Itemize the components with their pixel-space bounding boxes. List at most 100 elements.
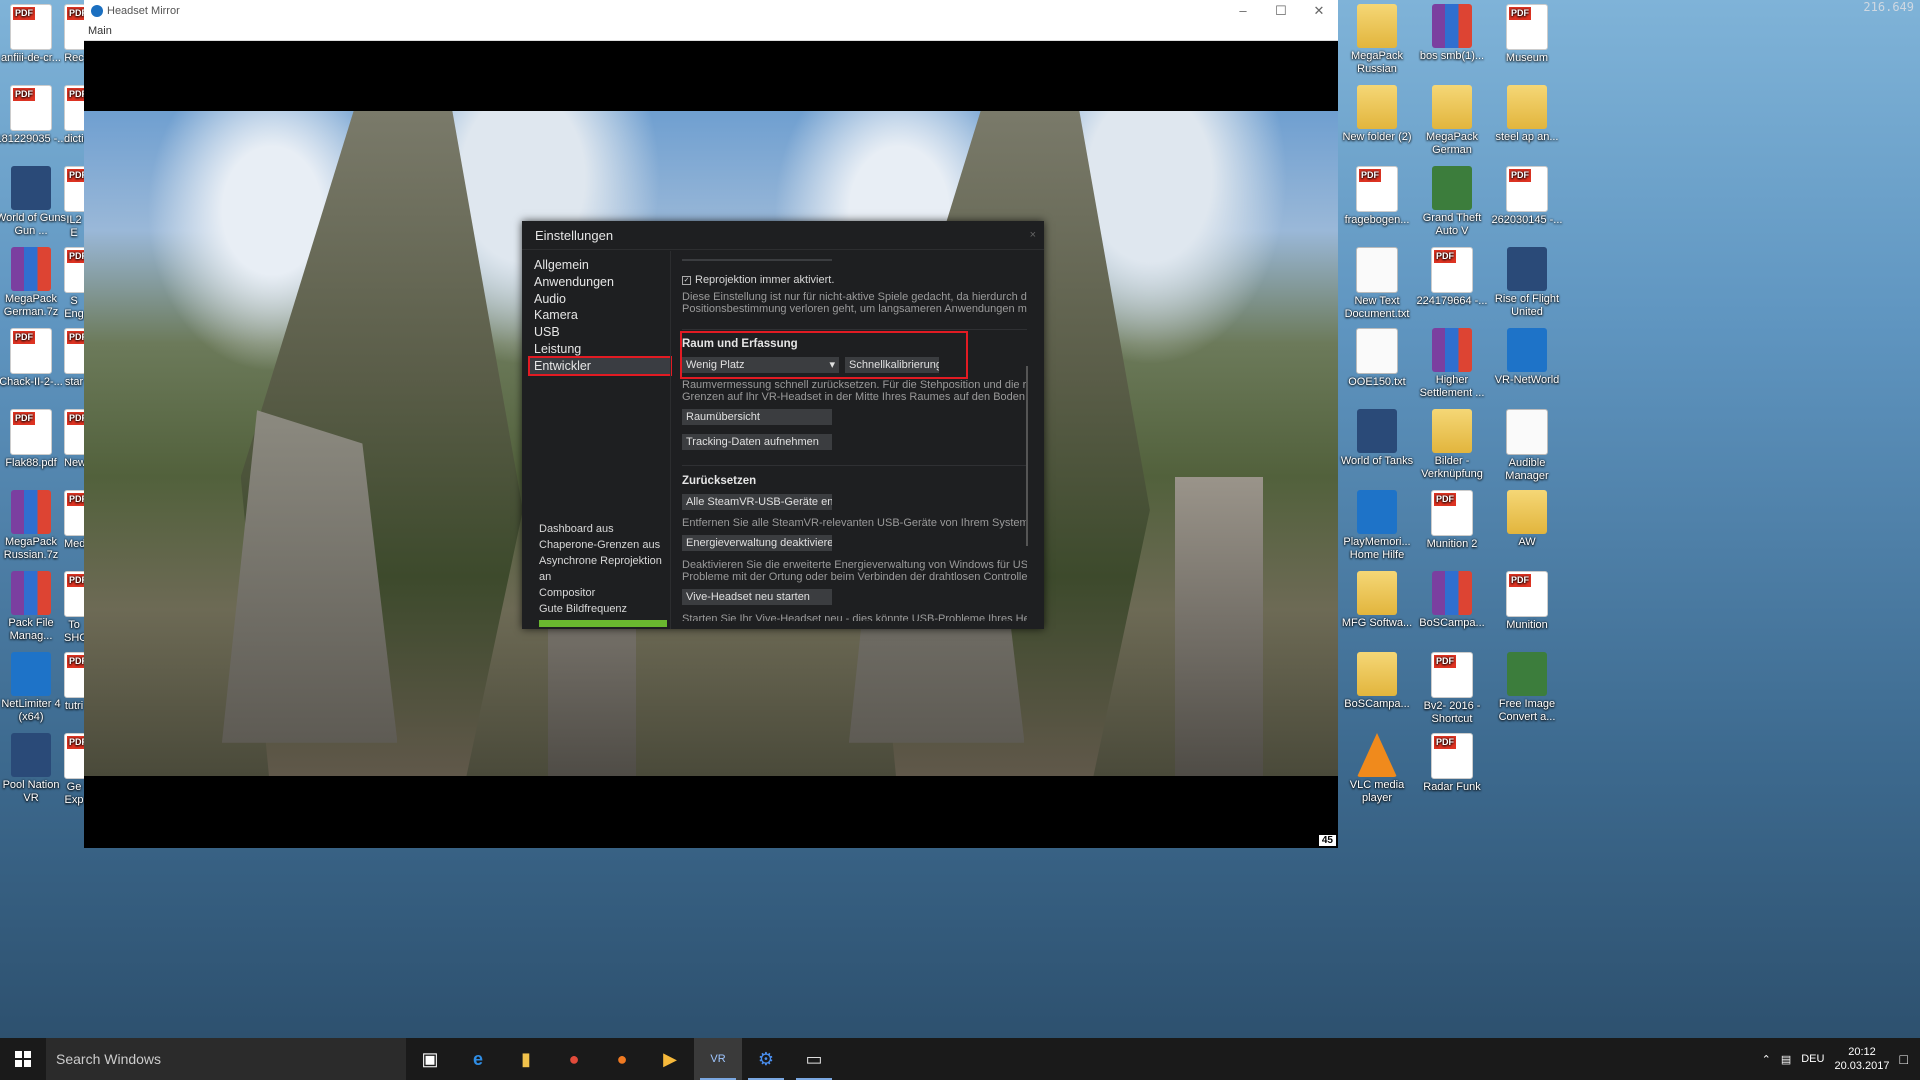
headset-mirror-window[interactable]: Headset Mirror – ☐ ✕ Main 45 Einstellung… [84,0,1338,848]
desktop-icon[interactable]: MegaPack German [1415,85,1489,157]
desktop-icon-partial[interactable]: To SHO [64,571,84,645]
nav-item-allgemein[interactable]: Allgemein [530,257,670,273]
desktop-icon[interactable]: Grand Theft Auto V [1415,166,1489,238]
desktop-icon[interactable]: bos smb(1)... [1415,4,1489,63]
desktop-icon[interactable]: MegaPack German.7z [0,247,68,319]
nav-item-anwendungen[interactable]: Anwendungen [530,274,670,290]
start-button[interactable] [0,1038,46,1080]
search-box[interactable]: Search Windows [46,1038,406,1080]
file-explorer-icon[interactable]: ▮ [502,1038,550,1080]
language-indicator[interactable]: DEU [1801,1053,1824,1065]
desktop-icon-partial[interactable]: IL2 E [64,166,84,240]
developer-settings-content: ✓ Reprojektion immer aktiviert. Diese Ei… [682,259,1027,621]
blue-icon [1507,328,1547,372]
close-button[interactable]: ✕ [1300,3,1338,19]
maximize-button[interactable]: ☐ [1262,3,1300,19]
desktop-icon-partial[interactable]: Med [64,490,84,551]
desktop-icon[interactable]: Free Image Convert a... [1490,652,1564,724]
notification-icon[interactable]: □ [1900,1051,1908,1067]
desktop-icon[interactable]: 262030145 -... [1490,166,1564,227]
app-icon [11,733,51,777]
app-icon [1357,409,1397,453]
app-taskbar-icon[interactable]: ▭ [790,1038,838,1080]
desktop-icon-partial[interactable]: Rec [64,4,84,65]
remove-usb-button[interactable]: Alle SteamVR-USB-Geräte entfer [682,494,832,510]
nav-item-usb[interactable]: USB [530,324,670,340]
desktop-icon[interactable]: BoSCampa... [1340,652,1414,711]
desktop-icon[interactable]: 181229035 -... [0,85,68,146]
nav-item-leistung[interactable]: Leistung [530,341,670,357]
room-overview-button[interactable]: Raumübersicht [682,409,832,425]
desktop-icon[interactable]: OOE150.txt [1340,328,1414,389]
desktop-icon[interactable]: Museum [1490,4,1564,65]
minimize-button[interactable]: – [1224,3,1262,19]
desktop-icon[interactable]: fragebogen... [1340,166,1414,227]
clock[interactable]: 20:12 20.03.2017 [1834,1045,1889,1073]
desktop-icon[interactable]: Higher Settlement ... [1415,328,1489,400]
reset-section-title: Zurücksetzen [682,475,757,487]
steamvr-taskbar-icon[interactable]: VR [694,1038,742,1080]
settings-dialog[interactable]: Einstellungen × Allgemein Anwendungen Audi… [522,221,1044,629]
desktop-icon[interactable]: MegaPack Russian [1340,4,1414,76]
desktop-icon[interactable]: PlayMemori... Home Hilfe [1340,490,1414,562]
desktop-icon[interactable]: steel ap an... [1490,85,1564,144]
window-menu-main[interactable]: Main [84,22,1338,41]
settings-close-icon[interactable]: × [1030,229,1036,241]
task-view-icon[interactable]: ▣ [406,1038,454,1080]
desktop-icon[interactable]: NetLimiter 4 (x64) [0,652,68,724]
desktop-icon[interactable]: New folder (2) [1340,85,1414,144]
network-icon[interactable]: ▤ [1781,1053,1791,1066]
desktop-icon-label: dictio [64,133,84,145]
desktop-icon[interactable]: Pool Nation VR [0,733,68,805]
desktop-icon-partial[interactable]: star [64,328,84,389]
desktop-icon-label: Bilder - Verknüpfung [1421,455,1483,480]
desktop-icon[interactable]: BoSCampa... [1415,571,1489,630]
desktop-icon-partial[interactable]: S Eng [64,247,84,321]
desktop-icon[interactable]: Rise of Flight United [1490,247,1564,319]
green-icon [1507,652,1547,696]
nav-item-entwickler[interactable]: Entwickler [528,355,672,376]
desktop-icon[interactable]: AW [1490,490,1564,549]
desktop-icon[interactable]: Munition 2 [1415,490,1489,551]
desktop-icon[interactable]: anfiii-de-cr... [0,4,68,65]
desktop-icon[interactable]: Audible Manager [1490,409,1564,483]
reprojection-checkbox[interactable]: ✓ Reprojektion immer aktiviert. [682,273,1027,287]
desktop-icon-partial[interactable]: Ge Exp [64,733,84,807]
desktop-icon[interactable]: Bilder - Verknüpfung [1415,409,1489,481]
window-titlebar[interactable]: Headset Mirror – ☐ ✕ [84,0,1338,22]
desktop-icon[interactable]: World of Guns Gun ... [0,166,68,238]
nav-item-audio[interactable]: Audio [530,291,670,307]
desktop-icon[interactable]: 224179664 -... [1415,247,1489,308]
restart-vive-button[interactable]: Vive-Headset neu starten [682,589,832,605]
desktop-icon[interactable]: New Text Document.txt [1340,247,1414,321]
edge-icon[interactable]: e [454,1038,502,1080]
desktop-icon[interactable]: World of Tanks [1340,409,1414,468]
desktop-icon[interactable]: Radar Funk [1415,733,1489,794]
desktop-icon[interactable]: VLC media player [1340,733,1414,805]
content-scrollbar[interactable] [1026,366,1028,546]
chevron-up-icon[interactable]: ⌃ [1762,1053,1771,1066]
desktop-icon-label: OOE150.txt [1348,376,1406,388]
pdf-icon [1356,166,1398,212]
desktop-icon[interactable]: Munition [1490,571,1564,632]
tracking-record-button[interactable]: Tracking-Daten aufnehmen [682,434,832,450]
desktop-icon-partial[interactable]: New [64,409,84,470]
room-desc-2: Grenzen auf Ihr VR-Headset in der Mitte … [682,391,1027,403]
desktop-icon[interactable]: Chack-II-2-... [0,328,68,389]
nav-item-kamera[interactable]: Kamera [530,307,670,323]
remove-usb-desc: Entfernen Sie alle SteamVR-relevanten US… [682,517,1027,529]
media-player-icon[interactable]: ▶ [646,1038,694,1080]
steam-settings-taskbar-icon[interactable]: ⚙ [742,1038,790,1080]
desktop-icon-partial[interactable]: dictio [64,85,84,146]
desktop-icon[interactable]: Flak88.pdf [0,409,68,470]
checkbox-checked-icon[interactable]: ✓ [682,275,691,285]
desktop-icon-partial[interactable]: tutri [64,652,84,713]
chrome-icon[interactable]: ● [550,1038,598,1080]
desktop-icon[interactable]: VR-NetWorld [1490,328,1564,387]
firefox-icon[interactable]: ● [598,1038,646,1080]
desktop-icon[interactable]: Bv2- 2016 - Shortcut [1415,652,1489,726]
desktop-icon[interactable]: MFG Softwa... [1340,571,1414,630]
disable-power-button[interactable]: Energieverwaltung deaktivieren [682,535,832,551]
desktop-icon[interactable]: Pack File Manag... [0,571,68,643]
desktop-icon[interactable]: MegaPack Russian.7z [0,490,68,562]
